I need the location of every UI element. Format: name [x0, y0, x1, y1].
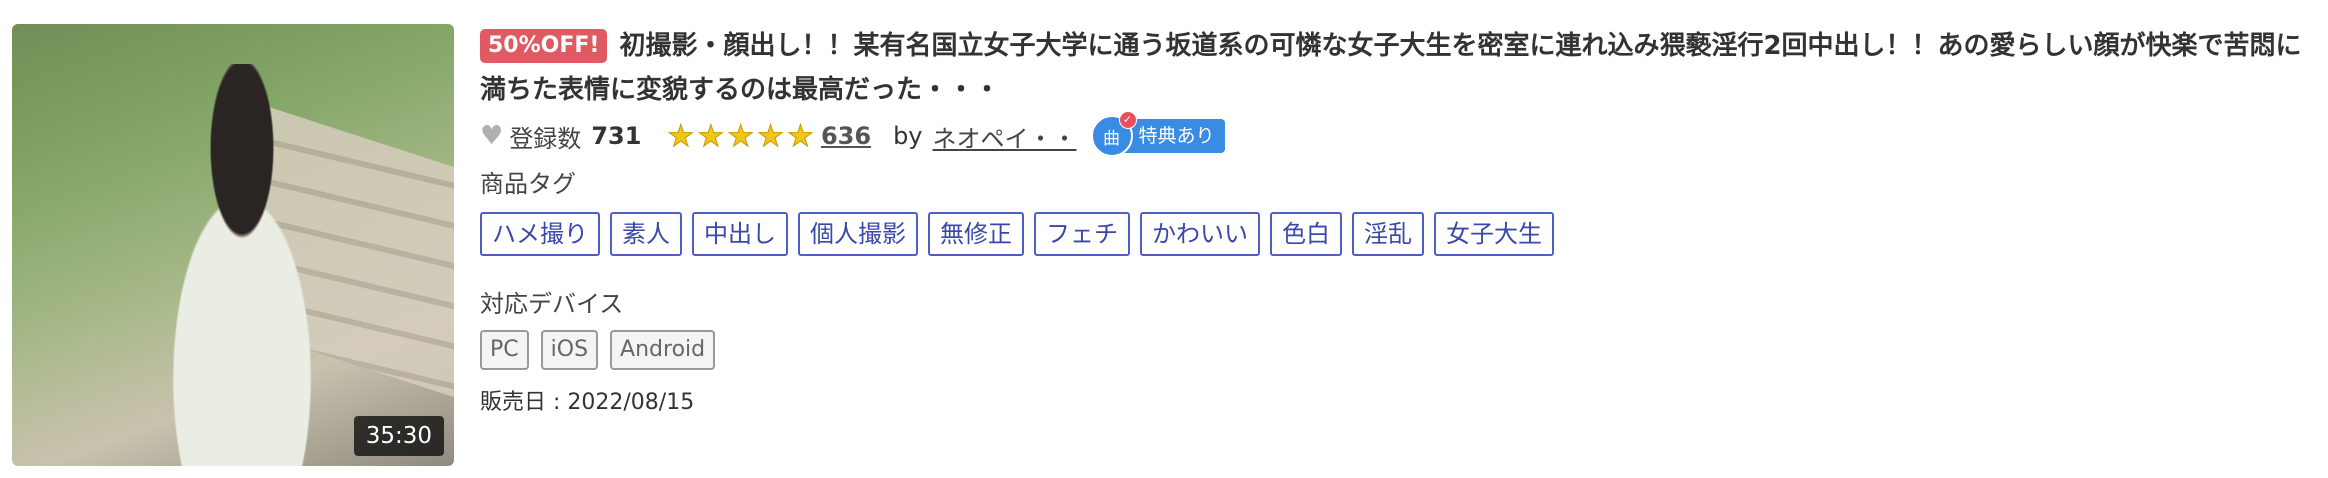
- product-meta: ♥ 登録数 731 ★ ★ ★ ★ ★ 636 by ネオペイ・・ 曲 ✓ 特典あり: [480, 111, 2320, 158]
- tag-link[interactable]: フェチ: [1034, 212, 1130, 256]
- favorites-label: 登録数: [509, 124, 582, 153]
- device-list: PC iOS Android: [480, 330, 2320, 370]
- star-icon: ★: [667, 118, 695, 154]
- tag-link[interactable]: ハメ撮り: [480, 212, 600, 256]
- tag-link[interactable]: 中出し: [692, 212, 788, 256]
- tag-link[interactable]: 素人: [610, 212, 682, 256]
- device-badge-pc: PC: [480, 330, 529, 370]
- bonus-badge[interactable]: 曲 ✓ 特典あり: [1090, 111, 1225, 157]
- rating-count-link[interactable]: 636: [821, 122, 871, 150]
- tag-link[interactable]: 淫乱: [1352, 212, 1424, 256]
- sale-badge: 50%OFF!: [480, 29, 608, 63]
- heart-icon[interactable]: ♥: [480, 121, 503, 151]
- release-date: 販売日 : 2022/08/15: [480, 390, 695, 415]
- favorites-count: 731: [591, 122, 642, 150]
- tag-link[interactable]: 色白: [1270, 212, 1342, 256]
- star-icon: ★: [697, 118, 725, 154]
- star-icon: ★: [727, 118, 755, 154]
- check-badge-icon: ✓: [1118, 111, 1137, 129]
- product-title-text[interactable]: 初撮影・顔出し！！某有名国立女子大学に通う坂道系の可憐な女子大生を密室に連れ込み…: [480, 31, 2302, 105]
- bonus-label: 特典あり: [1122, 119, 1225, 153]
- tag-link[interactable]: 女子大生: [1434, 212, 1554, 256]
- video-duration: 35:30: [353, 416, 444, 456]
- tag-link[interactable]: 無修正: [928, 212, 1024, 256]
- star-icon: ★: [787, 118, 815, 154]
- tags-section-title: 商品タグ: [480, 170, 576, 198]
- product-title[interactable]: 50%OFF! 初撮影・顔出し！！某有名国立女子大学に通う坂道系の可憐な女子大生を…: [480, 24, 2320, 112]
- star-icon: ★: [757, 118, 785, 154]
- device-badge-ios: iOS: [540, 330, 599, 370]
- author-link[interactable]: ネオペイ・・: [933, 119, 1077, 154]
- by-label: by: [893, 122, 923, 150]
- tag-link[interactable]: かわいい: [1140, 212, 1260, 256]
- device-badge-android: Android: [610, 330, 716, 370]
- tag-list: ハメ撮り 素人 中出し 個人撮影 無修正 フェチ かわいい 色白 淫乱 女子大生: [480, 212, 2320, 256]
- rating-stars: ★ ★ ★ ★ ★: [667, 118, 817, 154]
- thumbnail-subject: [122, 64, 362, 466]
- product-thumbnail[interactable]: 35:30: [12, 24, 454, 466]
- tag-link[interactable]: 個人撮影: [798, 212, 918, 256]
- product-details: 50%OFF! 初撮影・顔出し！！某有名国立女子大学に通う坂道系の可憐な女子大生を…: [480, 24, 2320, 416]
- devices-section-title: 対応デバイス: [480, 290, 624, 318]
